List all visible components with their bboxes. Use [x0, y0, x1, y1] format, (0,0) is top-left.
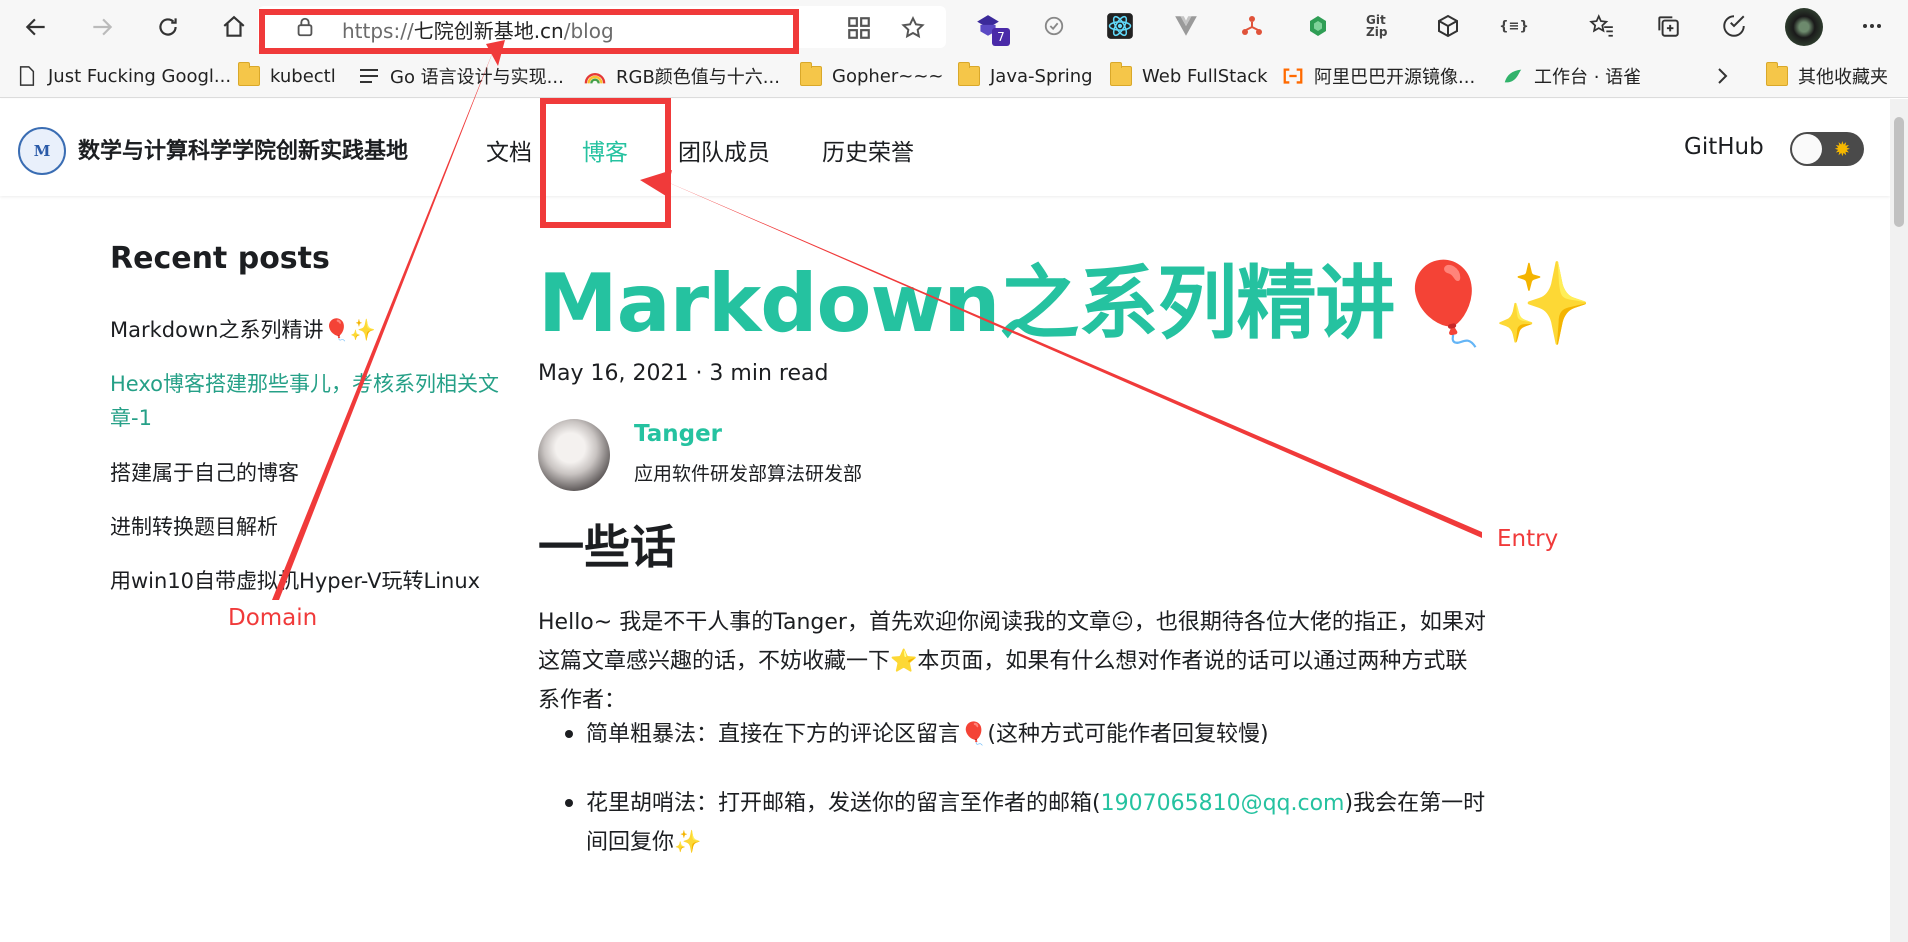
bookmark-other-favorites[interactable]: 其他收藏夹 — [1766, 62, 1888, 90]
entry-annotation-label: Entry — [1497, 526, 1559, 552]
list-item-text: 简单粗暴法：直接在下方的评论区留言🎈(这种方式可能作者回复较慢) — [586, 722, 1269, 747]
bookmark-rgb[interactable]: RGB颜色值与十六... — [584, 62, 780, 90]
theme-toggle[interactable]: ✹ — [1790, 132, 1864, 166]
scroll-thumb[interactable] — [1894, 117, 1904, 227]
folder-icon — [1766, 62, 1788, 86]
post-title: Markdown之系列精讲🎈✨ — [538, 257, 1593, 350]
folder-icon — [1110, 62, 1132, 86]
site-navbar: M 数学与计算科学学院创新实践基地 文档 博客 团队成员 历史荣誉 GitHub… — [0, 99, 1890, 196]
page-scrollbar[interactable] — [1890, 99, 1908, 942]
site-logo[interactable]: M — [18, 127, 66, 175]
git-zip-label: Git Zip — [1366, 13, 1388, 39]
bookmark-web-fullstack[interactable]: Web FullStack — [1110, 62, 1268, 90]
apps-icon[interactable] — [846, 15, 872, 41]
folder-icon — [238, 62, 260, 86]
bookmark-gopher[interactable]: Gopher~~~ — [800, 62, 944, 90]
section-heading: 一些话 — [538, 520, 676, 574]
add-favorite-icon[interactable] — [900, 15, 926, 41]
github-link[interactable]: GitHub — [1684, 134, 1764, 160]
home-button[interactable] — [216, 9, 252, 45]
json-viewer-icon[interactable]: {≡} — [1498, 10, 1530, 42]
aliyun-icon — [1283, 68, 1303, 84]
extension-5-icon[interactable] — [1236, 10, 1268, 42]
bookmark-kubectl[interactable]: kubectl — [238, 62, 336, 90]
bookmark-java-spring[interactable]: Java-Spring — [958, 62, 1093, 90]
more-menu-icon[interactable] — [1856, 10, 1888, 42]
bookmark-label: kubectl — [270, 65, 336, 87]
nav-docs[interactable]: 文档 — [486, 133, 532, 167]
page-icon — [19, 66, 35, 86]
browser-essentials-icon[interactable] — [1718, 10, 1750, 42]
favorites-icon[interactable] — [1586, 10, 1618, 42]
bookmark-just-fucking-google[interactable]: Just Fucking Googl... — [16, 62, 231, 90]
recent-post-link-active[interactable]: Hexo博客搭建那些事儿，考核系列相关文章-1 — [110, 367, 500, 435]
reload-button[interactable] — [150, 9, 186, 45]
forward-button[interactable] — [84, 9, 120, 45]
bookmark-label: 其他收藏夹 — [1798, 67, 1888, 88]
back-arrow-icon — [25, 18, 45, 36]
recent-post-link[interactable]: Markdown之系列精讲🎈✨ — [110, 313, 500, 347]
back-button[interactable] — [18, 9, 54, 45]
collections-icon[interactable] — [1652, 10, 1684, 42]
chevron-right-icon — [1718, 68, 1728, 84]
bookmark-label: RGB颜色值与十六... — [616, 67, 780, 88]
nav-honors[interactable]: 历史荣誉 — [822, 133, 914, 167]
forward-arrow-icon — [93, 18, 113, 36]
toggle-knob — [1792, 134, 1822, 164]
yuque-icon — [1504, 69, 1522, 83]
site-title[interactable]: 数学与计算科学学院创新实践基地 — [78, 133, 408, 165]
bookmark-label: 工作台 · 语雀 — [1534, 67, 1642, 88]
bookmark-go-design[interactable]: Go 语言设计与实现... — [358, 62, 564, 90]
vue-devtools-icon[interactable] — [1170, 10, 1202, 42]
sun-icon: ✹ — [1834, 137, 1851, 161]
author-name[interactable]: Tanger — [634, 421, 722, 447]
git-zip-icon[interactable]: Git Zip — [1366, 10, 1398, 42]
author-title: 应用软件研发部算法研发部 — [634, 463, 863, 485]
page-content: M 数学与计算科学学院创新实践基地 文档 博客 团队成员 历史荣誉 GitHub… — [0, 99, 1890, 942]
post-meta: May 16, 2021 · 3 min read — [538, 361, 829, 386]
profile-avatar[interactable] — [1785, 8, 1823, 46]
domain-highlight-box — [259, 9, 799, 54]
list-icon — [360, 69, 378, 83]
folder-icon — [958, 62, 980, 86]
bookmark-label: Web FullStack — [1142, 65, 1268, 87]
intro-paragraph: Hello~ 我是不干人事的Tanger，首先欢迎你阅读我的文章😐，也很期待各位… — [538, 610, 1486, 713]
folder-icon — [800, 62, 822, 86]
list-item-text: 花里胡哨法：打开邮箱，发送你的留言至作者的邮箱( — [586, 791, 1101, 816]
bookmarks-bar: Just Fucking Googl... kubectl Go 语言设计与实现… — [0, 54, 1908, 98]
author-avatar[interactable] — [538, 419, 610, 491]
logo-text: M — [33, 142, 51, 160]
bookmark-label: Just Fucking Googl... — [48, 65, 232, 87]
bullet-icon — [565, 730, 573, 738]
email-link[interactable]: 1907065810@qq.com — [1101, 791, 1345, 816]
list-item: 花里胡哨法：打开邮箱，发送你的留言至作者的邮箱(1907065810@qq.co… — [586, 784, 1506, 862]
recent-post-link[interactable]: 用win10自带虚拟机Hyper-V玩转Linux — [110, 564, 500, 598]
extension-6-icon[interactable] — [1302, 10, 1334, 42]
bookmark-label: 阿里巴巴开源镜像... — [1314, 67, 1476, 88]
extension-badge: 7 — [992, 28, 1010, 46]
home-icon — [223, 15, 245, 37]
domain-annotation-label: Domain — [228, 605, 318, 631]
bookmark-label: Go 语言设计与实现... — [390, 67, 564, 88]
reload-icon — [159, 18, 177, 36]
recent-posts-title: Recent posts — [110, 241, 330, 276]
list-item: 简单粗暴法：直接在下方的评论区留言🎈(这种方式可能作者回复较慢) — [586, 715, 1506, 754]
bullet-icon — [565, 799, 573, 807]
entry-highlight-box — [540, 98, 671, 228]
bookmark-aliyun-mirror[interactable]: 阿里巴巴开源镜像... — [1282, 62, 1475, 90]
react-devtools-icon[interactable] — [1104, 10, 1136, 42]
bookmark-label: Gopher~~~ — [832, 65, 944, 87]
recent-post-link[interactable]: 进制转换题目解析 — [110, 510, 500, 544]
bookmark-label: Java-Spring — [990, 65, 1093, 87]
nav-team[interactable]: 团队成员 — [678, 133, 770, 167]
extension-2-icon[interactable] — [1038, 10, 1070, 42]
bookmark-yuque[interactable]: 工作台 · 语雀 — [1502, 62, 1641, 90]
bookmarks-overflow-button[interactable] — [1712, 62, 1732, 90]
extension-1-icon[interactable]: 7 — [972, 10, 1010, 46]
json-viewer-label: {≡} — [1499, 18, 1529, 34]
rainbow-icon — [584, 73, 606, 84]
recent-post-link[interactable]: 搭建属于自己的博客 — [110, 456, 500, 490]
extension-8-icon[interactable] — [1432, 10, 1464, 42]
